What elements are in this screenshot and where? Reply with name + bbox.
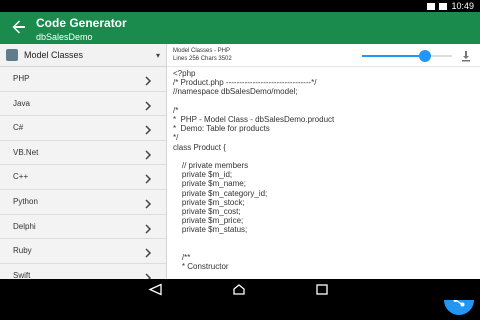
model-icon [6, 49, 18, 61]
code-info-title: Model Classes - PHP [173, 48, 231, 54]
code-line: /** [173, 253, 191, 262]
code-line: * Demo: Table for products [173, 124, 270, 134]
chevron-right-icon [144, 73, 152, 86]
download-icon[interactable] [460, 49, 472, 62]
battery-icon [439, 2, 448, 10]
nav-home-icon[interactable] [231, 283, 247, 296]
code-line: class Product { [173, 142, 226, 152]
code-line: private $m_price; [173, 216, 244, 226]
model-selector[interactable]: Model Classes ▾ [0, 44, 166, 67]
chevron-right-icon [144, 147, 152, 160]
chevron-right-icon [144, 221, 152, 234]
code-line: private $m_cost; [173, 207, 241, 217]
language-panel: Model Classes ▾ PHP Java C# VB.Net C++ Python… [0, 44, 167, 289]
code-line: */ [173, 133, 179, 143]
language-item[interactable]: Ruby [0, 239, 166, 264]
model-selector-label: Model Classes [24, 50, 84, 60]
nav-back-icon-svg [148, 283, 162, 296]
code-line: private $m_id; [173, 170, 233, 180]
chevron-right-icon [144, 196, 152, 209]
status-time: 10:49 [451, 1, 474, 11]
code-line: private $m_status; [173, 225, 248, 235]
code-info: Model Classes - PHP Lines 256 Chars 3502 [173, 47, 232, 63]
language-item[interactable]: C# [0, 116, 166, 141]
code-line: * PHP - Model Class - dbSalesDemo.produc… [173, 115, 335, 124]
wifi-icon [427, 2, 436, 10]
code-viewer[interactable]: <?php/* Product.php --------------------… [173, 69, 473, 279]
arrow-left-icon[interactable] [10, 19, 28, 37]
code-line: * Constructor [173, 262, 229, 272]
language-item-label: Ruby [13, 246, 32, 256]
language-item-label: C# [13, 123, 24, 133]
code-line: <?php [173, 69, 196, 78]
language-item-label: C++ [13, 172, 29, 182]
language-list: PHP Java C# VB.Net C++ Python Delphi Ruby Swift [0, 67, 166, 289]
language-item[interactable]: VB.Net [0, 141, 166, 166]
chevron-right-icon [144, 122, 152, 135]
code-line: /* [173, 105, 179, 115]
zoom-slider-fill [362, 55, 425, 57]
language-item-label: VB.Net [13, 147, 39, 157]
code-line: private $m_category_id; [173, 188, 268, 198]
zoom-slider[interactable] [362, 50, 452, 62]
language-item[interactable]: Python [0, 190, 166, 215]
nav-back-icon[interactable] [148, 283, 164, 296]
language-item-label: Java [13, 98, 30, 108]
language-item[interactable]: Delphi [0, 215, 166, 240]
download-icon-svg [462, 51, 470, 62]
nav-recents-icon[interactable] [314, 283, 330, 296]
chevron-right-icon [144, 171, 152, 184]
status-bar: 10:49 [0, 0, 480, 12]
app-subtitle: dbSalesDemo [36, 32, 93, 42]
app-title: Code Generator [36, 16, 127, 30]
code-toolbar: Model Classes - PHP Lines 256 Chars 3502 [167, 44, 480, 67]
language-item[interactable]: C++ [0, 165, 166, 190]
code-line: /* Product.php -------------------------… [173, 78, 317, 88]
zoom-slider-thumb[interactable] [419, 50, 431, 62]
language-item[interactable]: PHP [0, 67, 166, 92]
chevron-right-icon [144, 245, 152, 258]
language-item-label: Delphi [13, 221, 36, 231]
caret-down-icon[interactable]: ▾ [156, 51, 160, 60]
language-item[interactable]: Java [0, 92, 166, 117]
code-panel: Model Classes - PHP Lines 256 Chars 3502… [167, 44, 480, 279]
chevron-right-icon [144, 98, 152, 111]
app-bar: Code Generator dbSalesDemo [0, 12, 480, 44]
content-area: Model Classes ▾ PHP Java C# VB.Net C++ Python… [0, 44, 480, 315]
status-right: 10:49 [427, 0, 474, 12]
app-titles: Code Generator dbSalesDemo [36, 16, 127, 42]
system-nav-bar [0, 279, 480, 300]
nav-home-icon-svg [233, 284, 245, 295]
nav-recents-icon-svg [316, 284, 328, 295]
language-item-label: Python [13, 196, 38, 206]
code-line: //namespace dbSalesDemo/model; [173, 87, 298, 97]
code-line: private $m_stock; [173, 197, 245, 207]
code-info-stats: Lines 256 Chars 3502 [173, 56, 232, 62]
code-line: // private members [173, 161, 249, 170]
arrow-left-icon-svg [12, 20, 25, 34]
code-line: private $m_name; [173, 179, 246, 189]
language-item-label: PHP [13, 74, 30, 83]
